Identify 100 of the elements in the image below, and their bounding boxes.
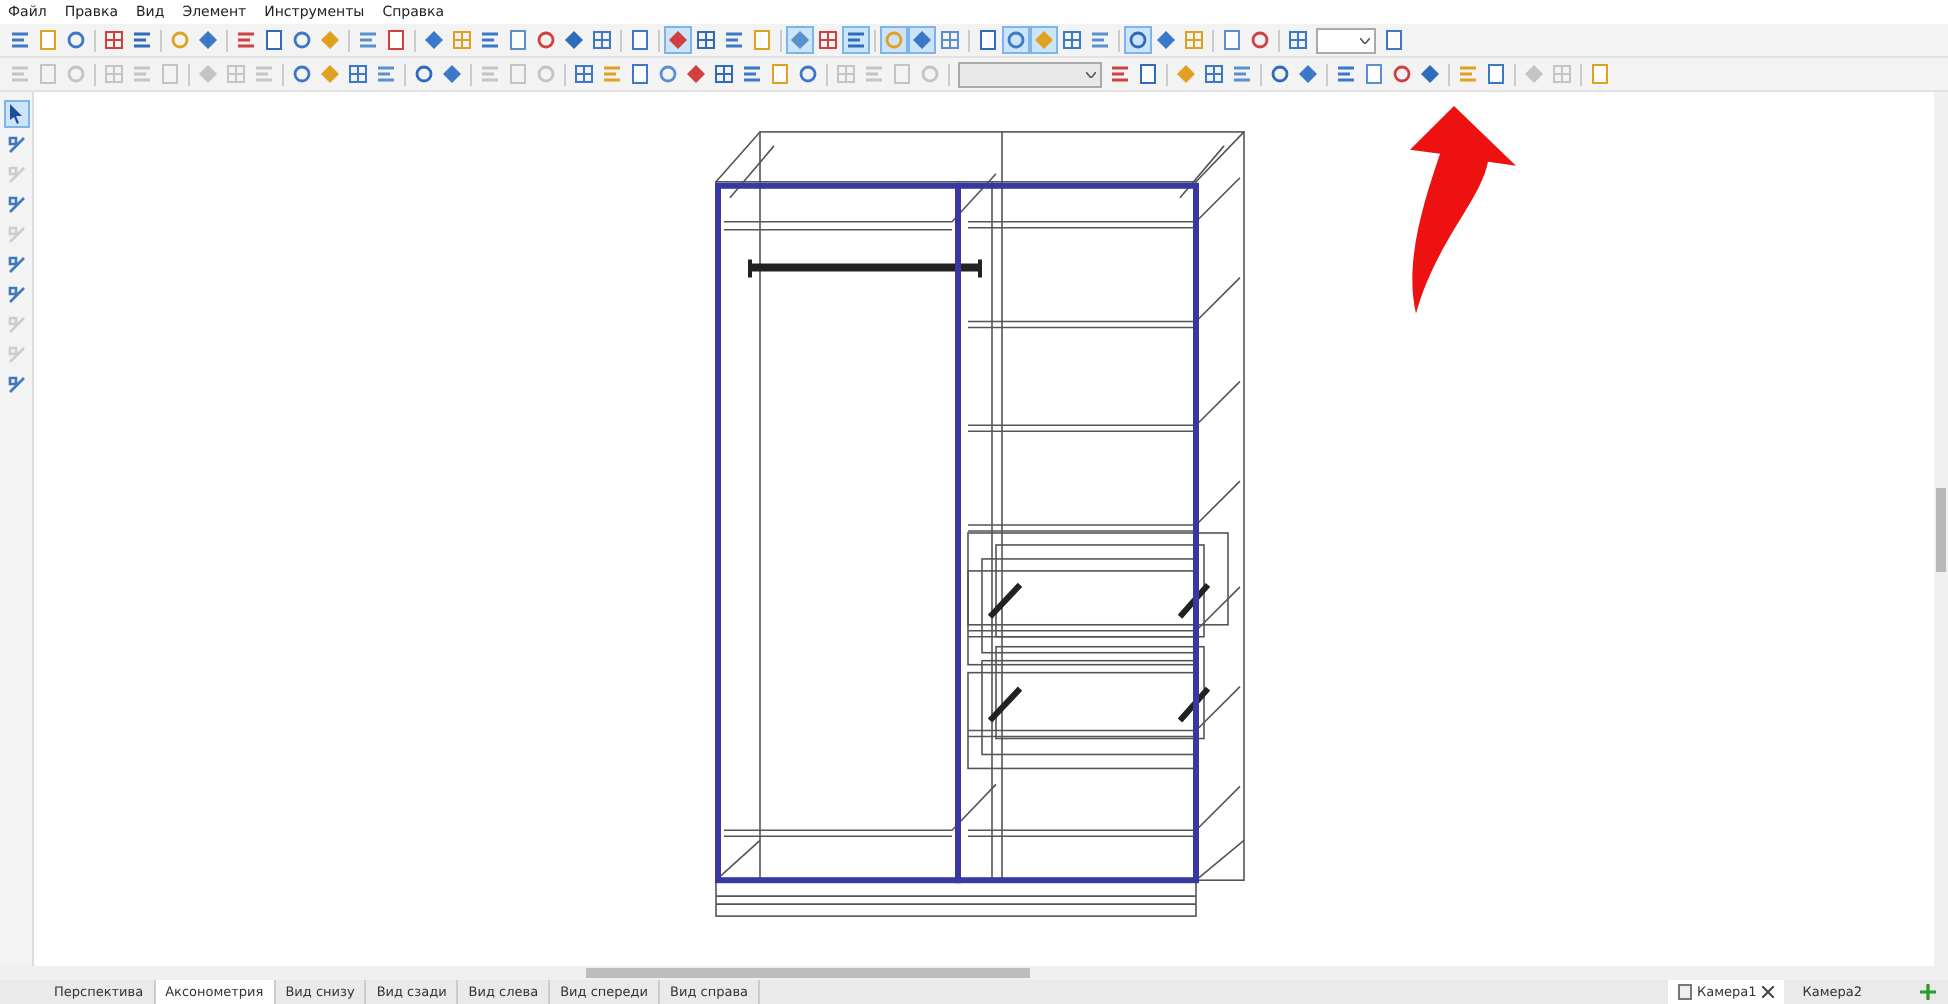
grid-icon xyxy=(348,64,368,84)
toolbar-button[interactable] xyxy=(936,26,964,54)
grid-icon xyxy=(940,30,960,50)
toolbar-button[interactable] xyxy=(626,26,654,54)
toolbar-button[interactable] xyxy=(1058,26,1086,54)
toolbar-button[interactable] xyxy=(1586,60,1614,88)
toolbar-button[interactable] xyxy=(664,26,692,54)
bars-icon xyxy=(480,30,500,50)
bars-icon xyxy=(480,64,500,84)
dropdown-field[interactable] xyxy=(1316,27,1376,53)
grid-icon xyxy=(836,64,856,84)
grid-icon xyxy=(1062,30,1082,50)
circle-icon xyxy=(414,64,434,84)
document-icon xyxy=(1486,64,1506,84)
diamond-icon xyxy=(564,30,584,50)
toolbar-button[interactable] xyxy=(1360,60,1388,88)
bars-icon xyxy=(1232,64,1252,84)
grid-icon xyxy=(818,30,838,50)
toolbar-button[interactable] xyxy=(1200,60,1228,88)
circle-icon xyxy=(292,64,312,84)
bars-icon xyxy=(132,30,152,50)
circle-icon xyxy=(658,64,678,84)
toolbar-button[interactable] xyxy=(1246,26,1274,54)
document-icon xyxy=(1138,64,1158,84)
diamond-icon xyxy=(1034,30,1054,50)
toolbar-button[interactable] xyxy=(1266,60,1294,88)
toolbar-button[interactable] xyxy=(1416,60,1444,88)
toolbar-button[interactable] xyxy=(1134,60,1162,88)
toolbar-button[interactable] xyxy=(560,26,588,54)
toolbar-button[interactable] xyxy=(588,26,616,54)
document-icon xyxy=(1590,64,1610,84)
toolbar-button[interactable] xyxy=(420,26,448,54)
document-icon xyxy=(160,64,180,84)
circle-icon xyxy=(1006,30,1026,50)
scroll-thumb[interactable] xyxy=(586,968,1030,978)
bars-icon xyxy=(1090,30,1110,50)
toolbar-button[interactable] xyxy=(532,26,560,54)
bars-icon xyxy=(376,64,396,84)
bars-icon xyxy=(1458,64,1478,84)
circle-icon xyxy=(798,64,818,84)
toolbar-button[interactable] xyxy=(1002,26,1030,54)
diamond-icon xyxy=(790,30,810,50)
toolbar-button[interactable] xyxy=(1294,60,1322,88)
toolbar-button[interactable] xyxy=(814,26,842,54)
toolbar-button[interactable] xyxy=(786,26,814,54)
toolbar-button[interactable] xyxy=(1152,26,1180,54)
toolbar-button[interactable] xyxy=(100,26,128,54)
toolbar-button[interactable] xyxy=(748,26,776,54)
toolbar-button[interactable] xyxy=(710,60,738,88)
bars-icon xyxy=(846,30,866,50)
toolbar-button[interactable] xyxy=(908,26,936,54)
circle-icon xyxy=(536,64,556,84)
tool-button[interactable] xyxy=(3,100,29,128)
tool-icon xyxy=(7,135,25,153)
document-icon xyxy=(386,30,406,50)
toolbar-button[interactable] xyxy=(1218,26,1246,54)
toolbar-button[interactable] xyxy=(1124,26,1152,54)
circle-icon xyxy=(1392,64,1412,84)
grid-icon xyxy=(574,64,594,84)
toolbar-button[interactable] xyxy=(626,60,654,88)
circle-icon xyxy=(1270,64,1290,84)
dropdown-field[interactable] xyxy=(958,61,1102,87)
toolbar-button[interactable] xyxy=(1284,26,1312,54)
toolbar-button[interactable] xyxy=(570,60,598,88)
vertical-scrollbar[interactable] xyxy=(1934,92,1948,966)
tool-icon xyxy=(7,165,25,183)
grid-icon xyxy=(452,30,472,50)
bars-icon xyxy=(10,64,30,84)
grid-icon xyxy=(104,64,124,84)
toolbar-button[interactable] xyxy=(692,26,720,54)
toolbar-button[interactable] xyxy=(1482,60,1510,88)
toolbar-button[interactable] xyxy=(504,26,532,54)
toolbar-button[interactable] xyxy=(1380,26,1408,54)
toolbar-button[interactable] xyxy=(438,60,466,88)
toolbar-button[interactable] xyxy=(794,60,822,88)
toolbar-button[interactable] xyxy=(842,26,870,54)
toolbar-button[interactable] xyxy=(654,60,682,88)
toolbar-button[interactable] xyxy=(194,26,222,54)
bars-icon xyxy=(724,30,744,50)
bars-icon xyxy=(236,30,256,50)
toolbar-button[interactable] xyxy=(344,60,372,88)
tool-icon xyxy=(7,225,25,243)
toolbar-button[interactable] xyxy=(410,60,438,88)
close-icon[interactable] xyxy=(1762,986,1775,998)
tool-icon xyxy=(7,375,25,393)
add-icon[interactable] xyxy=(1920,984,1936,1000)
tool-icon xyxy=(7,345,25,363)
toolbar-button[interactable] xyxy=(260,26,288,54)
toolbar-button[interactable] xyxy=(974,26,1002,54)
scroll-thumb[interactable] xyxy=(1936,488,1946,572)
toolbar-button[interactable] xyxy=(766,60,794,88)
toolbar-button[interactable] xyxy=(288,60,316,88)
bars-icon xyxy=(10,30,30,50)
toolbar-button[interactable] xyxy=(62,26,90,54)
bars-icon xyxy=(742,64,762,84)
toolbar-button[interactable] xyxy=(1388,60,1416,88)
toolbar-button[interactable] xyxy=(34,26,62,54)
toolbar-button[interactable] xyxy=(288,26,316,54)
toolbar-button[interactable] xyxy=(682,60,710,88)
toolbar-button[interactable] xyxy=(382,26,410,54)
